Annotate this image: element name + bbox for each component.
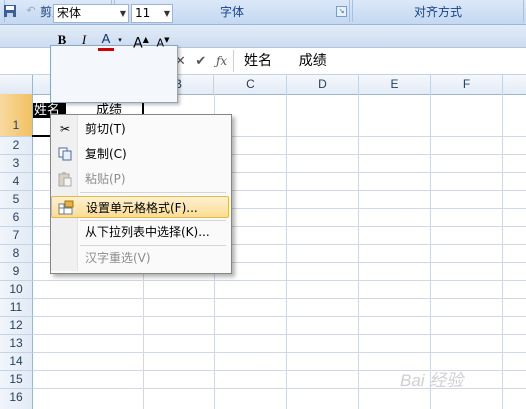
column-header-e[interactable]: E [359, 75, 431, 94]
menu-item-label: 汉字重选(V) [85, 251, 151, 265]
font-launcher-icon[interactable]: ↘ [336, 6, 347, 17]
grid-line [32, 352, 526, 353]
grid-line [32, 298, 526, 299]
menu-item-label: 粘贴(P) [85, 172, 126, 186]
menu-item-pick-from-list[interactable]: 从下拉列表中选择(K)... [51, 221, 229, 243]
column-header-f[interactable]: F [431, 75, 503, 94]
font-name-combo[interactable]: 宋体 ▼ [53, 4, 129, 23]
row-header-5[interactable]: 5 [0, 191, 33, 209]
menu-item-hanzi-reconversion[interactable]: 汉字重选(V) [51, 247, 229, 269]
grow-font-label: A [133, 35, 143, 52]
row-header-3[interactable]: 3 [0, 155, 33, 173]
baidu-watermark: Bai 经验 [400, 371, 464, 390]
font-color-button[interactable]: A [98, 30, 114, 50]
font-size-value: 11 [135, 6, 151, 20]
italic-button[interactable]: I [77, 30, 91, 50]
grow-font-button[interactable]: A▲ [132, 30, 150, 52]
bold-button[interactable]: B [55, 30, 69, 50]
confirm-entry-icon[interactable]: ✔ [195, 54, 206, 69]
font-name-value: 宋体 [57, 6, 82, 20]
row-header-11[interactable]: 11 [0, 299, 33, 317]
row-header-8[interactable]: 8 [0, 245, 33, 263]
shrink-font-button[interactable]: A▼ [154, 30, 172, 50]
formula-input[interactable]: 姓名 成绩 [244, 52, 327, 70]
menu-item-paste[interactable]: 粘贴(P) [51, 168, 229, 190]
menu-item-label: 复制(C) [85, 147, 127, 161]
save-icon[interactable] [3, 4, 17, 18]
scissors-icon: ✂ [59, 122, 71, 136]
font-color-swatch [98, 48, 114, 51]
column-header-c[interactable]: C [215, 75, 287, 94]
row-header-1[interactable]: 1 [0, 94, 33, 137]
row-header-6[interactable]: 6 [0, 209, 33, 227]
insert-function-icon[interactable]: ƒx [216, 54, 227, 68]
menu-item-cut[interactable]: ✂ 剪切(T) [51, 118, 229, 140]
mini-toolbar [50, 45, 178, 103]
row-header-10[interactable]: 10 [0, 281, 33, 299]
menu-separator [80, 245, 226, 246]
formula-bar-buttons: ✕ ✔ ƒx [170, 52, 232, 70]
row-header-16[interactable]: 16 [0, 389, 33, 409]
row-header-12[interactable]: 12 [0, 317, 33, 335]
grid-line [286, 94, 287, 409]
row-header-13[interactable]: 13 [0, 335, 33, 353]
row-header-2[interactable]: 2 [0, 137, 33, 155]
chevron-down-icon: ▼ [119, 9, 126, 18]
row-header-15[interactable]: 15 [0, 371, 33, 389]
grid-line [32, 334, 526, 335]
row-header-14[interactable]: 14 [0, 353, 33, 371]
grid-line [358, 94, 359, 409]
menu-item-copy[interactable]: 复制(C) [51, 143, 229, 165]
row-header-4[interactable]: 4 [0, 173, 33, 191]
grow-font-icon: ▲ [142, 35, 149, 44]
row-header-7[interactable]: 7 [0, 227, 33, 245]
grid-line [32, 316, 526, 317]
menu-item-label: 设置单元格格式(F)... [86, 201, 198, 215]
copy-icon [57, 146, 73, 162]
row-header-9[interactable]: 9 [0, 263, 33, 281]
formula-bar-divider [233, 50, 234, 72]
menu-item-label: 剪切(T) [85, 122, 126, 136]
undo-dropdown-icon[interactable]: ▾ [36, 4, 50, 18]
ribbon-group-label: 字体 [219, 4, 244, 19]
ribbon-group-label: 对齐方式 [413, 4, 462, 19]
menu-separator [80, 192, 226, 193]
menu-item-format-cells[interactable]: 设置单元格格式(F)... [51, 196, 229, 218]
shrink-font-icon: ▼ [164, 36, 170, 44]
column-header-d[interactable]: D [287, 75, 359, 94]
shrink-font-label: A [156, 36, 165, 50]
font-size-combo[interactable]: 11 ▼ [131, 4, 173, 23]
grid-line [430, 94, 431, 409]
grid-line [502, 94, 503, 409]
format-cells-icon [58, 200, 74, 216]
font-color-dropdown-icon[interactable]: ▾ [116, 30, 124, 50]
grid-line [32, 280, 526, 281]
ribbon-group-alignment[interactable]: 对齐方式 [352, 0, 524, 22]
select-all-corner[interactable] [0, 75, 33, 94]
menu-item-label: 从下拉列表中选择(K)... [85, 225, 210, 239]
chevron-down-icon: ▼ [163, 9, 170, 18]
paste-icon [57, 171, 73, 187]
